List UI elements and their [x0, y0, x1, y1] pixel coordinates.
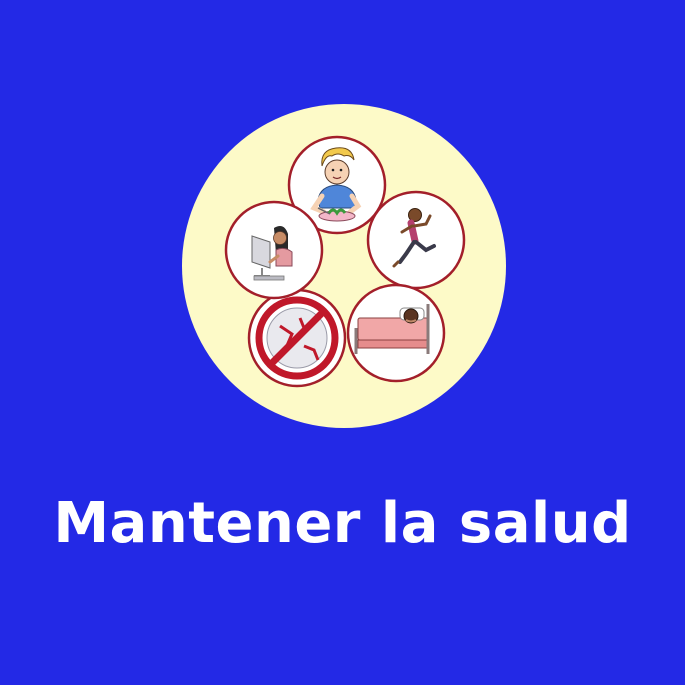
no-drugs-prohibition-icon — [247, 288, 347, 388]
running-exercise-icon — [366, 190, 466, 290]
health-emblem — [182, 104, 506, 428]
computer-use-icon — [224, 200, 324, 300]
sleeping-in-bed-icon — [346, 283, 446, 383]
app-tile[interactable]: Mantener la salud — [0, 0, 685, 685]
page-title: Mantener la salud — [53, 491, 632, 556]
